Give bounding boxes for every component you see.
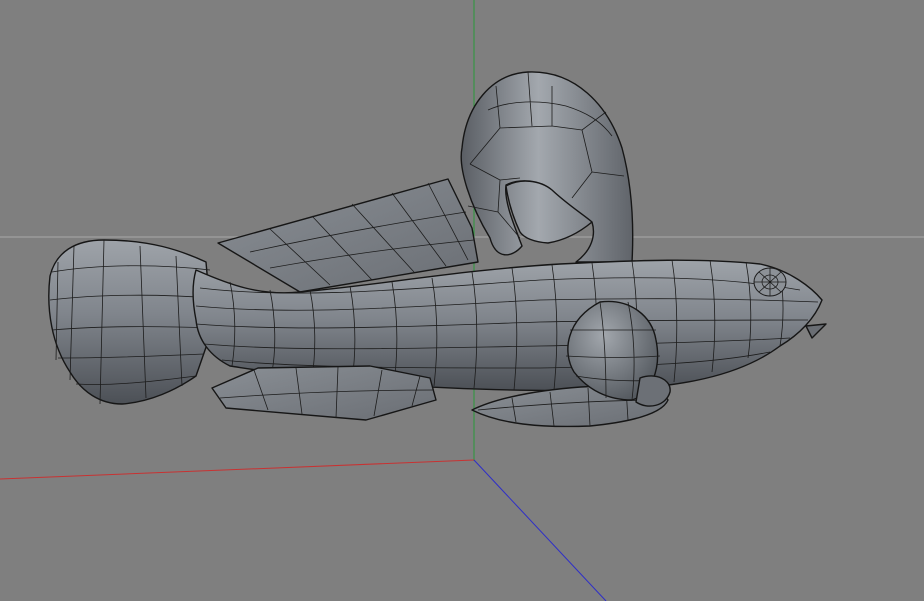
fish-eye — [753, 267, 787, 297]
3d-viewport[interactable] — [0, 0, 924, 601]
viewport-scene[interactable] — [0, 0, 924, 601]
z-axis-line — [473, 459, 607, 601]
fish-mesh[interactable] — [48, 71, 827, 428]
dorsal-loop[interactable] — [460, 71, 634, 263]
anal-fin[interactable] — [211, 365, 437, 421]
x-axis-line — [0, 459, 475, 480]
tail-fin[interactable] — [48, 239, 213, 405]
fish-mouth — [805, 323, 827, 339]
